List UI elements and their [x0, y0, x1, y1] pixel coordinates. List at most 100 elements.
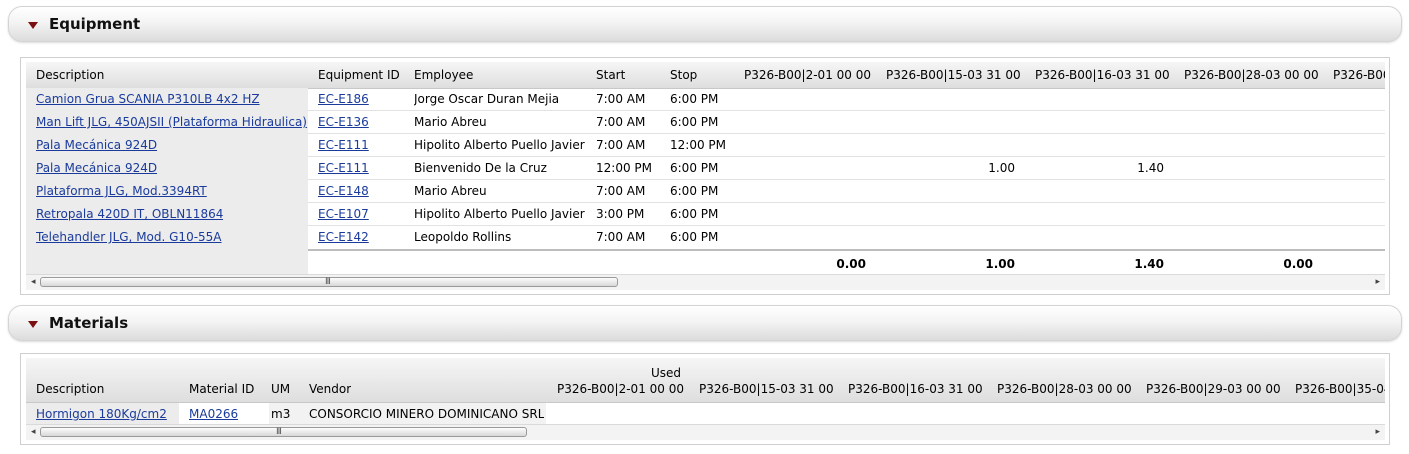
- stop-time-cell: 12:00 PM: [670, 138, 726, 152]
- equipment-id-cell[interactable]: EC-E111: [318, 134, 369, 157]
- scroll-thumb[interactable]: III: [40, 277, 618, 287]
- header-period-3[interactable]: P326-B00|16-03 31 00: [1035, 64, 1170, 87]
- period-value-cell[interactable]: [1333, 226, 1385, 249]
- equipment-id-link[interactable]: EC-E186: [318, 92, 369, 106]
- equipment-description-link[interactable]: Telehandler JLG, Mod. G10-55A: [36, 230, 222, 244]
- materials-horizontal-scrollbar[interactable]: ◂ III ▸: [26, 424, 1385, 440]
- equipment-id-cell[interactable]: EC-E148: [318, 180, 369, 203]
- period-value-cell[interactable]: [744, 88, 866, 111]
- header-description[interactable]: Description: [36, 64, 104, 87]
- scroll-right-arrow-icon[interactable]: ▸: [1375, 276, 1380, 289]
- equipment-description-cell[interactable]: Pala Mecánica 924D: [36, 134, 157, 157]
- equipment-description-link[interactable]: Man Lift JLG, 450AJSII (Plataforma Hidra…: [36, 115, 307, 129]
- header-employee[interactable]: Employee: [414, 64, 473, 87]
- header-material-id[interactable]: Material ID: [189, 378, 254, 401]
- header-um[interactable]: UM: [271, 378, 290, 401]
- period-value-cell[interactable]: [1035, 111, 1164, 134]
- period-value-cell[interactable]: [1184, 203, 1313, 226]
- equipment-description-cell[interactable]: Camion Grua SCANIA P310LB 4x2 HZ: [36, 88, 260, 111]
- period-value-cell[interactable]: [1184, 157, 1313, 180]
- scroll-left-arrow-icon[interactable]: ◂: [31, 276, 36, 289]
- equipment-id-cell[interactable]: EC-E107: [318, 203, 369, 226]
- period-value-cell[interactable]: [1333, 157, 1385, 180]
- header-period-3[interactable]: P326-B00|16-03 31 00: [848, 378, 983, 401]
- equipment-description-cell[interactable]: Retropala 420D IT, OBLN11864: [36, 203, 223, 226]
- period-value-cell[interactable]: [1333, 180, 1385, 203]
- period-value-cell[interactable]: [1184, 134, 1313, 157]
- equipment-id-link[interactable]: EC-E136: [318, 115, 369, 129]
- header-period-4[interactable]: P326-B00|28-03 00 00: [997, 378, 1132, 401]
- scroll-thumb[interactable]: III: [40, 427, 527, 437]
- material-description-cell[interactable]: Hormigon 180Kg/cm2: [36, 403, 167, 426]
- collapse-triangle-icon[interactable]: [28, 321, 38, 328]
- header-period-1[interactable]: P326-B00|2-01 00 00: [557, 378, 684, 401]
- header-period-4[interactable]: P326-B00|28-03 00 00: [1184, 64, 1319, 87]
- period-value-cell[interactable]: [886, 134, 1015, 157]
- collapse-triangle-icon[interactable]: [28, 22, 38, 29]
- period-value-cell[interactable]: [1035, 180, 1164, 203]
- period-value-cell[interactable]: [744, 203, 866, 226]
- period-value-cell[interactable]: [1035, 226, 1164, 249]
- period-value-cell[interactable]: [886, 111, 1015, 134]
- equipment-id-cell[interactable]: EC-E111: [318, 157, 369, 180]
- period-value-cell[interactable]: [744, 134, 866, 157]
- material-description-link[interactable]: Hormigon 180Kg/cm2: [36, 407, 167, 421]
- scroll-right-arrow-icon[interactable]: ▸: [1375, 426, 1380, 439]
- header-description[interactable]: Description: [36, 378, 104, 401]
- header-period-2[interactable]: P326-B00|15-03 31 00: [699, 378, 834, 401]
- header-start[interactable]: Start: [596, 64, 625, 87]
- period-value-cell[interactable]: [744, 111, 866, 134]
- equipment-id-cell[interactable]: EC-E136: [318, 111, 369, 134]
- materials-section-header[interactable]: Materials: [8, 305, 1402, 341]
- header-period-1[interactable]: P326-B00|2-01 00 00: [744, 64, 871, 87]
- period-value-cell[interactable]: [886, 180, 1015, 203]
- period-value-cell[interactable]: [886, 226, 1015, 249]
- equipment-description-link[interactable]: Pala Mecánica 924D: [36, 161, 157, 175]
- header-period-5[interactable]: P326-B00: [1333, 64, 1385, 87]
- period-value-cell[interactable]: [744, 157, 866, 180]
- equipment-id-link[interactable]: EC-E111: [318, 161, 369, 175]
- period-value-cell[interactable]: [1035, 203, 1164, 226]
- equipment-id-link[interactable]: EC-E142: [318, 230, 369, 244]
- period-value-cell[interactable]: [1184, 226, 1313, 249]
- period-value-cell[interactable]: 1.00: [886, 157, 1015, 180]
- period-value-cell[interactable]: [744, 180, 866, 203]
- period-value-cell[interactable]: [1035, 88, 1164, 111]
- equipment-id-link[interactable]: EC-E107: [318, 207, 369, 221]
- period-value-cell[interactable]: [886, 88, 1015, 111]
- material-id-cell[interactable]: MA0266: [189, 403, 238, 426]
- header-stop[interactable]: Stop: [670, 64, 697, 87]
- header-period-5[interactable]: P326-B00|29-03 00 00: [1146, 378, 1281, 401]
- equipment-id-link[interactable]: EC-E111: [318, 138, 369, 152]
- equipment-id-link[interactable]: EC-E148: [318, 184, 369, 198]
- equipment-id-cell[interactable]: EC-E186: [318, 88, 369, 111]
- header-period-2[interactable]: P326-B00|15-03 31 00: [886, 64, 1021, 87]
- period-value-cell[interactable]: [1333, 111, 1385, 134]
- equipment-section-header[interactable]: Equipment: [8, 6, 1402, 42]
- period-value-cell[interactable]: [1333, 203, 1385, 226]
- period-value-cell[interactable]: [886, 203, 1015, 226]
- header-equipment-id[interactable]: Equipment ID: [318, 64, 400, 87]
- period-value-cell[interactable]: [1333, 134, 1385, 157]
- period-value-cell[interactable]: [744, 226, 866, 249]
- period-value-cell[interactable]: 1.40: [1035, 157, 1164, 180]
- period-value-cell[interactable]: [1184, 180, 1313, 203]
- equipment-description-link[interactable]: Pala Mecánica 924D: [36, 138, 157, 152]
- header-period-6[interactable]: P326-B00|35-04: [1295, 378, 1385, 401]
- period-value-cell[interactable]: [1184, 88, 1313, 111]
- equipment-description-cell[interactable]: Plataforma JLG, Mod.3394RT: [36, 180, 207, 203]
- equipment-description-link[interactable]: Camion Grua SCANIA P310LB 4x2 HZ: [36, 92, 260, 106]
- scroll-left-arrow-icon[interactable]: ◂: [31, 426, 36, 439]
- equipment-description-cell[interactable]: Man Lift JLG, 450AJSII (Plataforma Hidra…: [36, 111, 307, 134]
- period-value-cell[interactable]: [1184, 111, 1313, 134]
- period-value-cell[interactable]: [1035, 134, 1164, 157]
- equipment-description-link[interactable]: Retropala 420D IT, OBLN11864: [36, 207, 223, 221]
- material-id-link[interactable]: MA0266: [189, 407, 238, 421]
- equipment-id-cell[interactable]: EC-E142: [318, 226, 369, 249]
- period-value-cell[interactable]: [1333, 88, 1385, 111]
- equipment-description-cell[interactable]: Pala Mecánica 924D: [36, 157, 157, 180]
- equipment-description-link[interactable]: Plataforma JLG, Mod.3394RT: [36, 184, 207, 198]
- equipment-description-cell[interactable]: Telehandler JLG, Mod. G10-55A: [36, 226, 222, 249]
- header-vendor[interactable]: Vendor: [309, 378, 351, 401]
- equipment-horizontal-scrollbar[interactable]: ◂ III ▸: [26, 274, 1385, 290]
